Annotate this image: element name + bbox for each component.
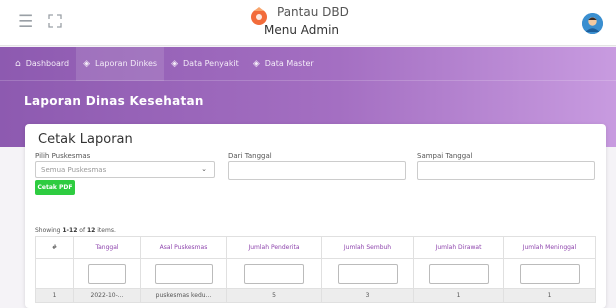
brand-subtitle: Menu Admin (264, 23, 340, 37)
filter-cell (503, 258, 596, 289)
table-cell: 1 (413, 288, 504, 303)
home-icon: ⌂ (15, 58, 21, 69)
puskesmas-select[interactable]: Semua Puskesmas ⌄ (35, 161, 215, 178)
jumlah-penderita-filter-input[interactable] (244, 263, 304, 284)
summary-range: 1-12 (62, 227, 78, 234)
summary-suffix: items. (95, 227, 116, 234)
nav-item-data-penyakit[interactable]: ◈ Data Penyakit (164, 47, 246, 81)
summary-prefix: Showing (35, 227, 63, 234)
nav-item-label: Dashboard (25, 59, 70, 68)
filter-cell (321, 258, 414, 289)
shield-icon: ◈ (83, 58, 91, 69)
column-header-jumlah-sembuh[interactable]: Jumlah Sembuh (321, 236, 414, 259)
dari-tanggal-label: Dari Tanggal (228, 152, 272, 160)
table-cell: puskesmas kedu... (140, 288, 227, 303)
table-cell: 5 (226, 288, 322, 303)
hamburger-icon[interactable]: ☰ (18, 12, 33, 32)
nav-item-label: Data Penyakit (183, 59, 239, 68)
summary-middle: of (77, 227, 87, 234)
puskesmas-label: Pilih Puskesmas (35, 152, 91, 160)
nav-item-label: Laporan Dinkes (95, 59, 158, 68)
brand[interactable]: Pantau DBD Menu Admin (240, 3, 380, 43)
shield-icon: ◈ (171, 58, 178, 69)
page-title: Laporan Dinas Kesehatan (24, 94, 204, 108)
nav-item-dashboard[interactable]: ⌂ Dashboard (8, 47, 76, 81)
column-header-jumlah-penderita[interactable]: Jumlah Penderita (226, 236, 322, 259)
summary-text: Showing 1-12 of 12 items. (35, 227, 116, 234)
shield-icon: ◈ (252, 58, 260, 69)
user-icon (582, 13, 603, 34)
column-header-jumlah-meninggal[interactable]: Jumlah Meninggal (503, 236, 596, 259)
asal-puskesmas-filter-input[interactable] (154, 263, 213, 284)
table-header-row: # Tanggal Asal Puskesmas Jumlah Penderit… (35, 236, 596, 259)
table-cell: 3 (321, 288, 414, 303)
filter-cell (73, 258, 141, 289)
filter-cell (140, 258, 227, 289)
tanggal-filter-input[interactable] (88, 263, 126, 284)
table-row[interactable]: 1 2022-10-... puskesmas kedu... 5 3 1 1 (35, 288, 596, 303)
dari-tanggal-input[interactable] (228, 161, 406, 180)
filter-cell (226, 258, 322, 289)
sampai-tanggal-input[interactable] (417, 161, 595, 180)
filter-cell (413, 258, 504, 289)
table-cell: 2022-10-... (73, 288, 141, 303)
column-header-asal-puskesmas[interactable]: Asal Puskesmas (140, 236, 227, 259)
jumlah-meninggal-filter-input[interactable] (519, 263, 580, 284)
jumlah-dirawat-filter-input[interactable] (428, 263, 489, 284)
main-nav: ⌂ Dashboard ◈ Laporan Dinkes ◈ Data Peny… (0, 46, 616, 81)
nav-item-label: Data Master (264, 59, 314, 68)
filter-cell-empty (35, 258, 74, 289)
puskesmas-select-value: Semua Puskesmas (41, 166, 107, 174)
sampai-tanggal-label: Sampai Tanggal (417, 152, 473, 160)
fullscreen-icon[interactable] (48, 14, 62, 28)
jumlah-sembuh-filter-input[interactable] (337, 263, 398, 284)
top-bar: ☰ Pantau DBD Menu Admin (0, 0, 616, 46)
report-table: # Tanggal Asal Puskesmas Jumlah Penderit… (35, 236, 596, 303)
nav-item-data-master[interactable]: ◈ Data Master (246, 47, 321, 81)
nav-item-laporan-dinkes[interactable]: ◈ Laporan Dinkes (76, 46, 165, 81)
user-avatar[interactable] (582, 13, 603, 34)
column-header-number: # (35, 236, 74, 259)
table-cell: 1 (503, 288, 596, 303)
brand-name: Pantau DBD (277, 5, 349, 19)
chevron-down-icon: ⌄ (201, 165, 207, 173)
cetak-pdf-button[interactable]: Cetak PDF (35, 180, 75, 195)
column-header-jumlah-dirawat[interactable]: Jumlah Dirawat (413, 236, 504, 259)
filter-row (35, 258, 596, 289)
column-header-tanggal[interactable]: Tanggal (73, 236, 141, 259)
table-cell: 1 (35, 288, 74, 303)
report-card: Cetak Laporan Pilih Puskesmas Semua Pusk… (25, 124, 606, 308)
card-title: Cetak Laporan (38, 132, 133, 147)
